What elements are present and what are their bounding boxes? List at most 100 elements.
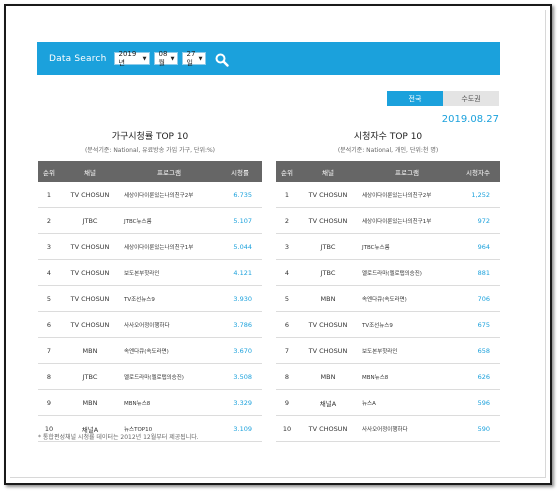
- value-cell: 626: [456, 363, 500, 390]
- column-header-program: 프로그램: [120, 161, 218, 182]
- program-cell: TV조선뉴스9: [358, 311, 456, 338]
- value-cell: 3.786: [218, 311, 262, 338]
- table-row: 8 MBN MBN뉴스8 626: [276, 363, 500, 390]
- table-row: 5 TV CHOSUN TV조선뉴스9 3.930: [38, 285, 262, 312]
- value-cell: 675: [456, 311, 500, 338]
- program-cell: TV조선뉴스9: [120, 285, 218, 312]
- year-select[interactable]: 2019년 ▼: [114, 49, 151, 67]
- channel-cell: TV CHOSUN: [298, 207, 358, 234]
- rank-cell: 2: [38, 207, 60, 234]
- column-header-channel: 채널: [298, 161, 358, 182]
- program-cell: 세상이다이룬있는나의친구2부: [358, 182, 456, 208]
- footnote: * 통합편성채널 시청률 데이터는 2012년 12월부터 제공됩니다.: [38, 434, 199, 441]
- table-row: 5 MBN 속엔다큐(속도라면) 706: [276, 285, 500, 312]
- tab-capital-area[interactable]: 수도권: [443, 91, 499, 106]
- column-header-viewers: 시청자수: [456, 161, 500, 182]
- table-row: 2 JTBC JTBC뉴스룸 5.107: [38, 207, 262, 234]
- viewer-count-panel: 시청자수 TOP 10 (분석기준: National, 개인, 단위:천 명)…: [276, 131, 500, 442]
- rank-cell: 4: [38, 259, 60, 286]
- table-row: 6 TV CHOSUN 사사오어정이행하다 3.786: [38, 311, 262, 338]
- rank-cell: 1: [38, 182, 60, 208]
- month-select-value: 08월: [158, 49, 168, 67]
- channel-cell: TV CHOSUN: [60, 311, 120, 338]
- program-cell: 보도본부핫라인: [120, 259, 218, 286]
- value-cell: 3.670: [218, 337, 262, 364]
- table-row: 4 TV CHOSUN 보도본부핫라인 4.121: [38, 259, 262, 286]
- program-cell: 세상이다이룬있는나의친구1부: [358, 207, 456, 234]
- rank-cell: 5: [38, 285, 60, 312]
- program-cell: 멜로드라마(멜로탭의승진): [120, 363, 218, 390]
- search-icon[interactable]: [215, 52, 230, 67]
- viewer-count-table: 순위 채널 프로그램 시청자수 1 TV CHOSUN 세상이다이룬있는나의친구2부…: [276, 161, 500, 442]
- chevron-down-icon: ▼: [198, 55, 203, 62]
- channel-cell: 채널A: [298, 389, 358, 416]
- value-cell: 1,252: [456, 182, 500, 208]
- table-row: 8 JTBC 멜로드라마(멜로탭의승진) 3.508: [38, 363, 262, 390]
- table-row: 1 TV CHOSUN 세상이다이룬있는나의친구2부 1,252: [276, 182, 500, 208]
- column-header-program: 프로그램: [358, 161, 456, 182]
- value-cell: 3.508: [218, 363, 262, 390]
- rank-cell: 7: [276, 337, 298, 364]
- value-cell: 972: [456, 207, 500, 234]
- program-cell: 세상이다이룬있는나의친구2부: [120, 182, 218, 208]
- table-row: 4 JTBC 멜로드라마(멜로탭의승진) 881: [276, 259, 500, 286]
- program-cell: MBN뉴스8: [120, 389, 218, 416]
- channel-cell: TV CHOSUN: [298, 182, 358, 208]
- table-row: 6 TV CHOSUN TV조선뉴스9 675: [276, 311, 500, 338]
- value-cell: 596: [456, 389, 500, 416]
- column-header-rating: 시청률: [218, 161, 262, 182]
- channel-cell: MBN: [60, 389, 120, 416]
- channel-cell: TV CHOSUN: [298, 311, 358, 338]
- value-cell: 964: [456, 233, 500, 260]
- rank-cell: 3: [38, 233, 60, 260]
- value-cell: 6.735: [218, 182, 262, 208]
- day-select-value: 27일: [186, 49, 196, 67]
- rank-cell: 1: [276, 182, 298, 208]
- table-row: 3 JTBC JTBC뉴스룸 964: [276, 233, 500, 260]
- program-cell: 세상이다이룬있는나의친구1부: [120, 233, 218, 260]
- month-select[interactable]: 08월 ▼: [154, 49, 179, 67]
- channel-cell: TV CHOSUN: [60, 285, 120, 312]
- table-row: 2 TV CHOSUN 세상이다이룬있는나의친구1부 972: [276, 207, 500, 234]
- household-rating-table: 순위 채널 프로그램 시청률 1 TV CHOSUN 세상이다이룬있는나의친구2부 6…: [38, 161, 262, 442]
- channel-cell: JTBC: [60, 207, 120, 234]
- chevron-down-icon: ▼: [142, 55, 147, 62]
- day-select[interactable]: 27일 ▼: [182, 49, 207, 67]
- column-header-rank: 순위: [276, 161, 298, 182]
- selected-date: 2019.08.27: [441, 114, 499, 125]
- data-search-label: Data Search: [49, 53, 107, 64]
- rank-cell: 6: [276, 311, 298, 338]
- program-cell: 속엔다큐(속도라면): [120, 337, 218, 364]
- tab-national[interactable]: 전국: [387, 91, 443, 106]
- program-cell: MBN뉴스8: [358, 363, 456, 390]
- rank-cell: 4: [276, 259, 298, 286]
- channel-cell: TV CHOSUN: [298, 337, 358, 364]
- value-cell: 590: [456, 415, 500, 442]
- rank-cell: 10: [276, 415, 298, 442]
- rank-cell: 8: [38, 363, 60, 390]
- rank-cell: 8: [276, 363, 298, 390]
- value-cell: 881: [456, 259, 500, 286]
- year-select-value: 2019년: [118, 49, 137, 67]
- rank-cell: 6: [38, 311, 60, 338]
- table-row: 10 TV CHOSUN 사사오어정이행하다 590: [276, 415, 500, 442]
- table-row: 3 TV CHOSUN 세상이다이룬있는나의친구1부 5.044: [38, 233, 262, 260]
- value-cell: 658: [456, 337, 500, 364]
- channel-cell: TV CHOSUN: [60, 259, 120, 286]
- value-cell: 3.109: [218, 415, 262, 442]
- household-rating-panel: 가구시청률 TOP 10 (분석기준: National, 유료방송 가입 가구…: [38, 131, 262, 442]
- program-cell: 멜로드라마(멜로탭의승진): [358, 259, 456, 286]
- table-header-row: 순위 채널 프로그램 시청자수: [276, 161, 500, 182]
- table-row: 7 MBN 속엔다큐(속도라면) 3.670: [38, 337, 262, 364]
- program-cell: 사사오어정이행하다: [120, 311, 218, 338]
- channel-cell: JTBC: [60, 363, 120, 390]
- program-cell: JTBC뉴스룸: [120, 207, 218, 234]
- panel-title: 가구시청률 TOP 10: [111, 132, 189, 142]
- rank-cell: 3: [276, 233, 298, 260]
- program-cell: 보도본부핫라인: [358, 337, 456, 364]
- table-row: 9 MBN MBN뉴스8 3.329: [38, 389, 262, 416]
- value-cell: 3.329: [218, 389, 262, 416]
- chevron-down-icon: ▼: [170, 55, 175, 62]
- column-header-channel: 채널: [60, 161, 120, 182]
- channel-cell: JTBC: [298, 233, 358, 260]
